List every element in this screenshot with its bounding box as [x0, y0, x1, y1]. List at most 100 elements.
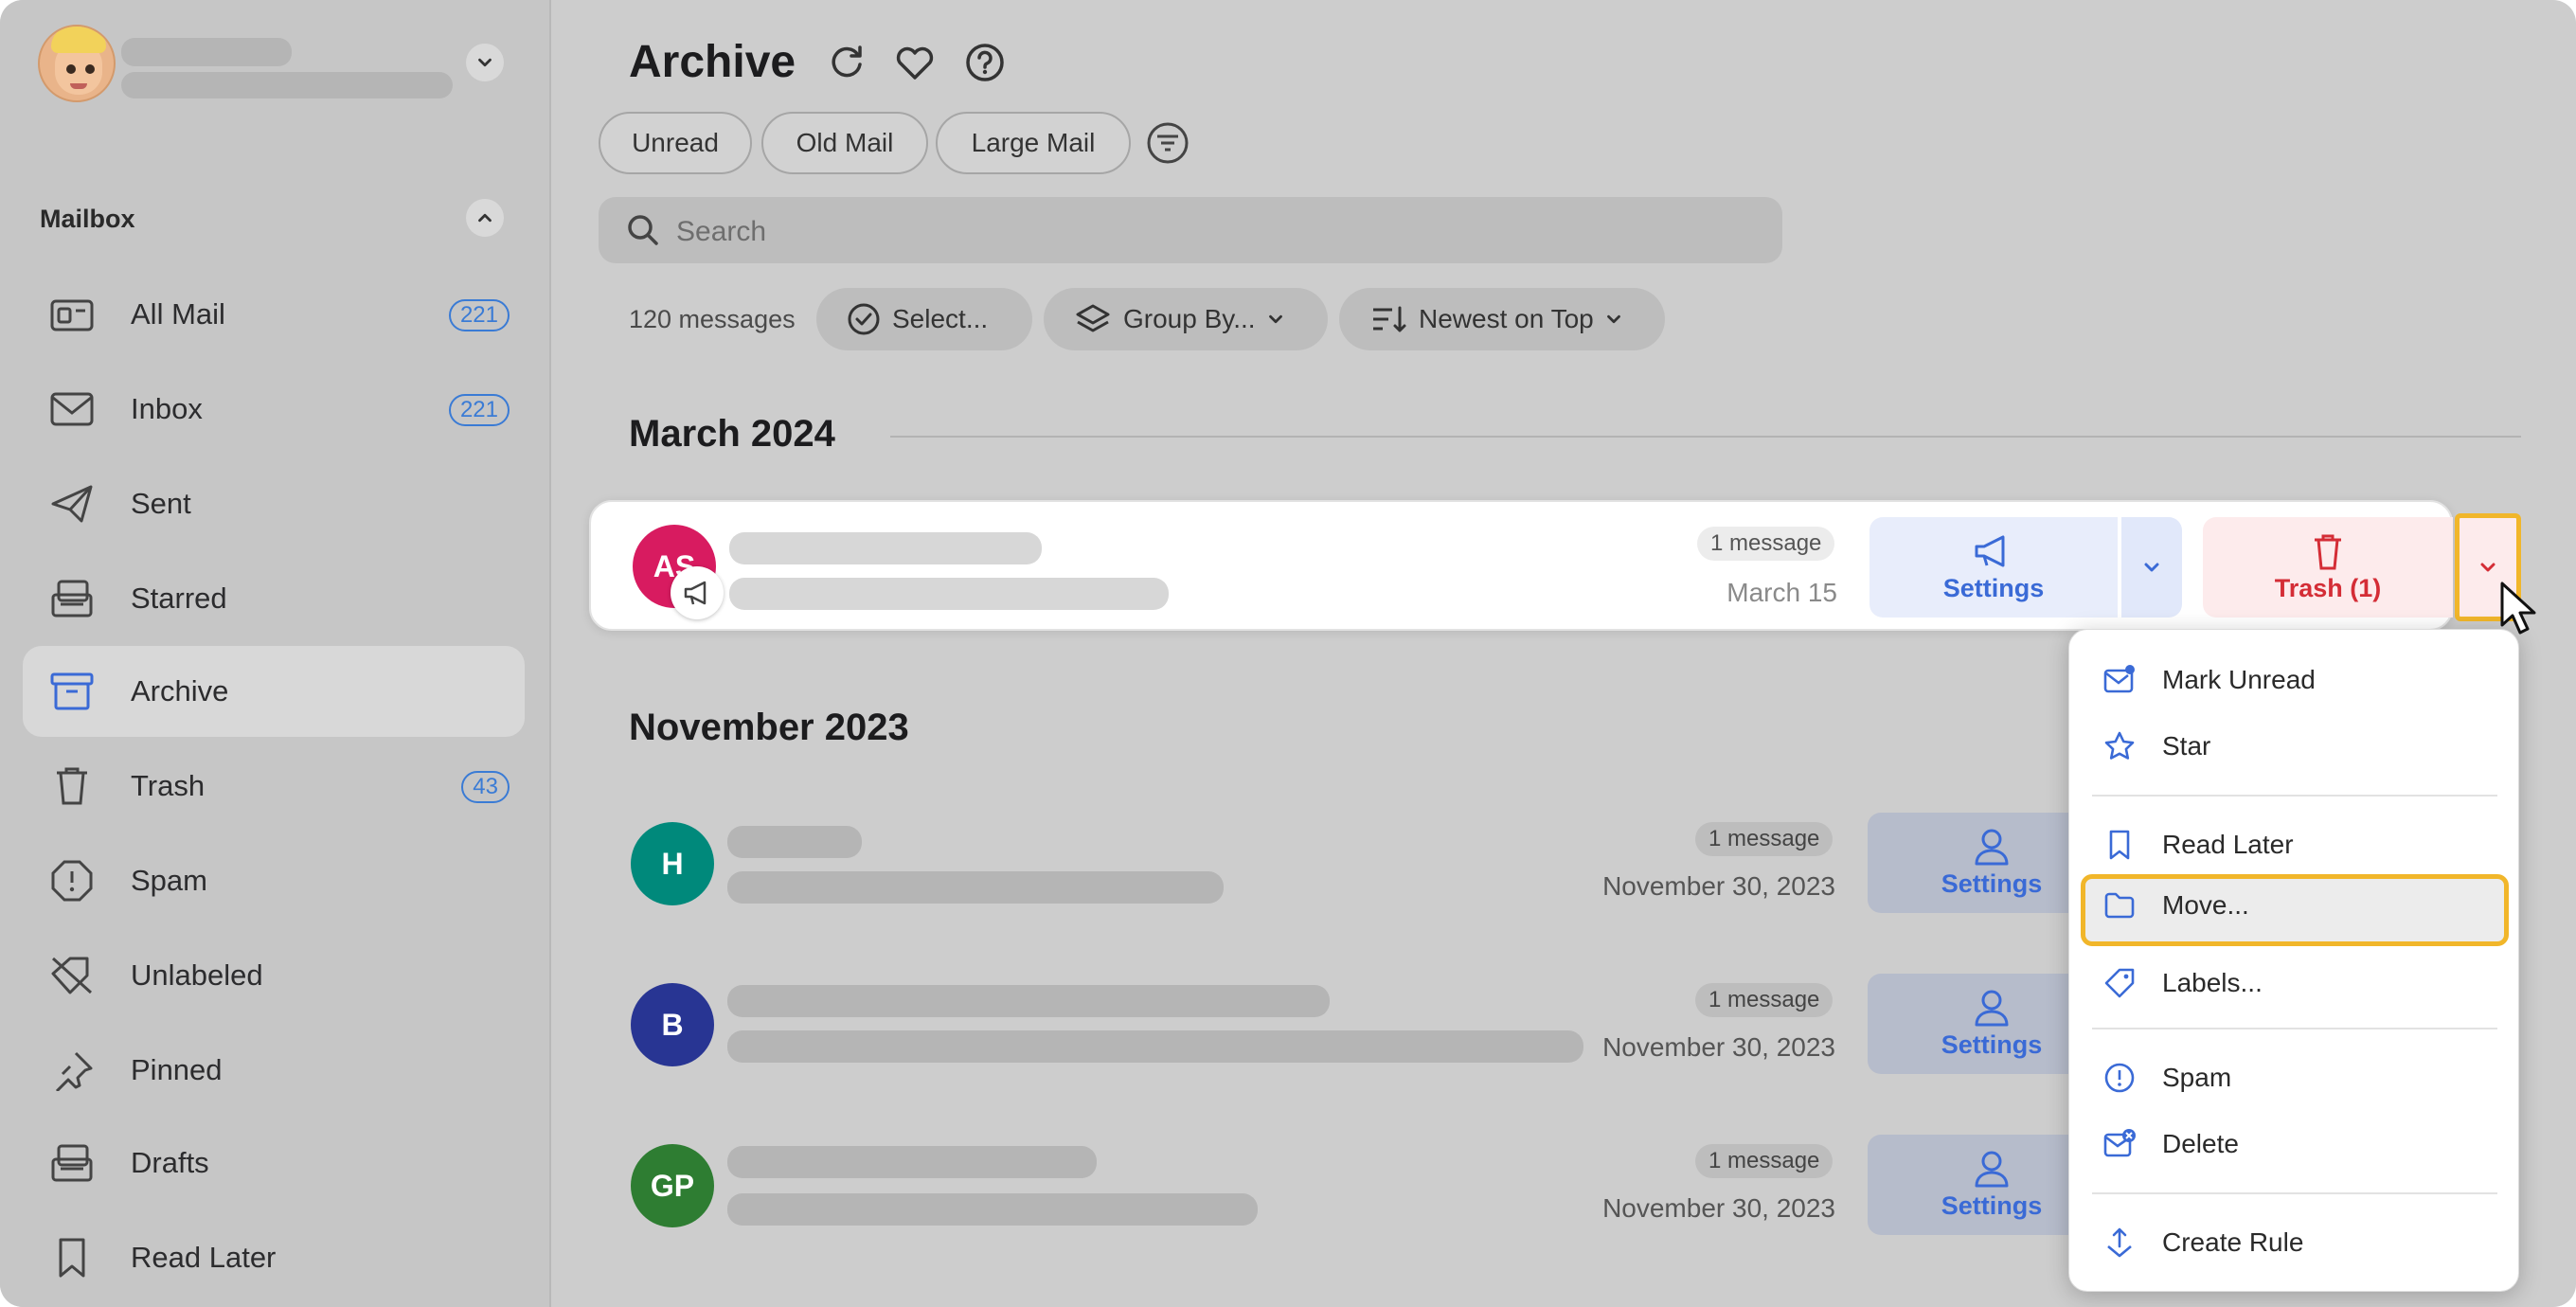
sort-icon: [1373, 306, 1406, 332]
sidebar-item-label: Drafts: [131, 1146, 209, 1179]
folder-icon: [2104, 892, 2135, 919]
sidebar-item-drafts[interactable]: Drafts: [23, 1118, 525, 1209]
menu-item-label: Mark Unread: [2162, 665, 2316, 694]
sidebar-item-label: Pinned: [131, 1053, 223, 1086]
sort-button[interactable]: Newest on Top: [1339, 288, 1665, 350]
newsletter-badge: [671, 566, 724, 619]
check-circle-icon: [848, 303, 880, 335]
sidebar-item-label: Starred: [131, 582, 227, 615]
search-input[interactable]: Search: [676, 216, 766, 248]
group-by-button[interactable]: Group By...: [1044, 288, 1328, 350]
sidebar-item-label: All Mail: [131, 297, 225, 331]
menu-item-label: Star: [2162, 731, 2211, 761]
trash-button[interactable]: Trash (1): [2203, 517, 2453, 618]
sender-name-redacted: [727, 826, 862, 858]
row-date: March 15: [1726, 578, 1837, 607]
refresh-icon[interactable]: [826, 42, 868, 83]
label-icon: [2104, 968, 2135, 998]
sidebar-item-unlabeled[interactable]: Unlabeled: [23, 930, 525, 1021]
sender-avatar: GP: [631, 1144, 714, 1227]
menu-item-move[interactable]: Move...: [2081, 874, 2509, 946]
help-icon[interactable]: [964, 42, 1006, 83]
menu-item-star[interactable]: Star: [2081, 715, 2509, 776]
sidebar-item-sent[interactable]: Sent: [23, 458, 525, 549]
delete-mail-icon: [2103, 1129, 2136, 1157]
mark-unread-icon: [2103, 665, 2135, 693]
message-count-badge: 1 message: [1697, 527, 1835, 561]
sent-icon: [51, 485, 93, 523]
sidebar-item-pinned[interactable]: Pinned: [23, 1025, 525, 1116]
archive-icon: [50, 672, 94, 710]
chevron-up-icon: [478, 213, 492, 223]
sidebar-item-trash[interactable]: Trash 43: [23, 741, 525, 832]
select-label: Select...: [892, 304, 989, 333]
mailbox-section-title: Mailbox: [40, 205, 135, 233]
avatar-eye: [66, 64, 76, 74]
subject-redacted: [727, 871, 1224, 904]
menu-item-labels[interactable]: Labels...: [2081, 952, 2509, 1012]
menu-item-spam[interactable]: Spam: [2081, 1047, 2509, 1107]
sidebar-item-label: Archive: [131, 674, 229, 707]
sidebar-item-label: Trash: [131, 769, 206, 802]
sidebar-item-read-later[interactable]: Read Later: [23, 1212, 525, 1303]
unread-count-badge: 43: [461, 771, 510, 803]
group-by-label: Group By...: [1123, 304, 1256, 333]
account-avatar[interactable]: [38, 25, 116, 102]
megaphone-icon: [1975, 535, 2005, 566]
mail-app-window: Mailbox All Mail 221 Inbox 221 Sent Star…: [0, 0, 2576, 1307]
person-icon: [1975, 990, 2009, 1026]
settings-button[interactable]: Settings: [1869, 517, 2118, 618]
chevron-down-icon: [2144, 563, 2159, 572]
subject-redacted: [727, 1193, 1258, 1226]
spam-icon: [51, 860, 93, 902]
avatar-hair: [51, 27, 106, 53]
sidebar-item-spam[interactable]: Spam: [23, 835, 525, 926]
sender-avatar: B: [631, 983, 714, 1066]
pin-icon: [55, 1051, 93, 1091]
sidebar-item-label: Inbox: [131, 392, 203, 425]
filter-chip-unread[interactable]: Unread: [599, 112, 752, 174]
inbox-icon: [50, 392, 94, 426]
menu-item-read-later[interactable]: Read Later: [2081, 814, 2509, 874]
chevron-down-icon: [478, 58, 492, 67]
group-divider: [890, 436, 2521, 438]
menu-item-label: Spam: [2162, 1063, 2232, 1092]
sidebar-item-starred[interactable]: Starred: [23, 553, 525, 644]
megaphone-icon: [684, 581, 707, 605]
filter-icon[interactable]: [1146, 121, 1190, 165]
sidebar-item-label: Read Later: [131, 1241, 277, 1274]
menu-item-mark-unread[interactable]: Mark Unread: [2081, 649, 2509, 709]
sidebar-item-inbox[interactable]: Inbox 221: [23, 364, 525, 455]
avatar-eye: [85, 64, 95, 74]
settings-dropdown-button[interactable]: [2121, 517, 2182, 618]
unread-count-badge: 221: [448, 299, 510, 331]
menu-item-delete[interactable]: Delete: [2081, 1113, 2509, 1173]
search-field[interactable]: Search: [599, 197, 1782, 263]
group-header-november-2023: November 2023: [629, 707, 909, 748]
select-button[interactable]: Select...: [816, 288, 1032, 350]
menu-item-create-rule[interactable]: Create Rule: [2081, 1211, 2509, 1272]
message-count-badge: 1 message: [1695, 983, 1834, 1017]
bookmark-icon: [59, 1238, 85, 1278]
subject-redacted: [729, 578, 1169, 610]
menu-item-label: Labels...: [2162, 968, 2263, 997]
layers-icon: [1076, 304, 1110, 332]
menu-item-label: Read Later: [2162, 830, 2294, 859]
sidebar-item-archive[interactable]: Archive: [23, 646, 525, 737]
filter-chip-old-mail[interactable]: Old Mail: [761, 112, 928, 174]
sender-name-redacted: [727, 1146, 1097, 1178]
sidebar-item-all-mail[interactable]: All Mail 221: [23, 269, 525, 360]
account-name-redacted: [121, 38, 292, 66]
row-date: November 30, 2023: [1602, 1032, 1835, 1062]
menu-separator: [2092, 1192, 2497, 1194]
mailbox-collapse-button[interactable]: [466, 199, 504, 237]
chevron-down-icon: [2480, 563, 2496, 572]
message-count-badge: 1 message: [1695, 822, 1834, 856]
filter-chip-large-mail[interactable]: Large Mail: [936, 112, 1131, 174]
row-date: November 30, 2023: [1602, 871, 1835, 901]
account-menu-button[interactable]: [466, 44, 504, 81]
message-count-badge: 1 message: [1695, 1144, 1834, 1178]
favorite-heart-icon[interactable]: [894, 42, 936, 83]
table-row[interactable]: AS 1 message March 15 Settings Trash (1): [589, 500, 2453, 631]
all-mail-icon: [50, 299, 94, 331]
